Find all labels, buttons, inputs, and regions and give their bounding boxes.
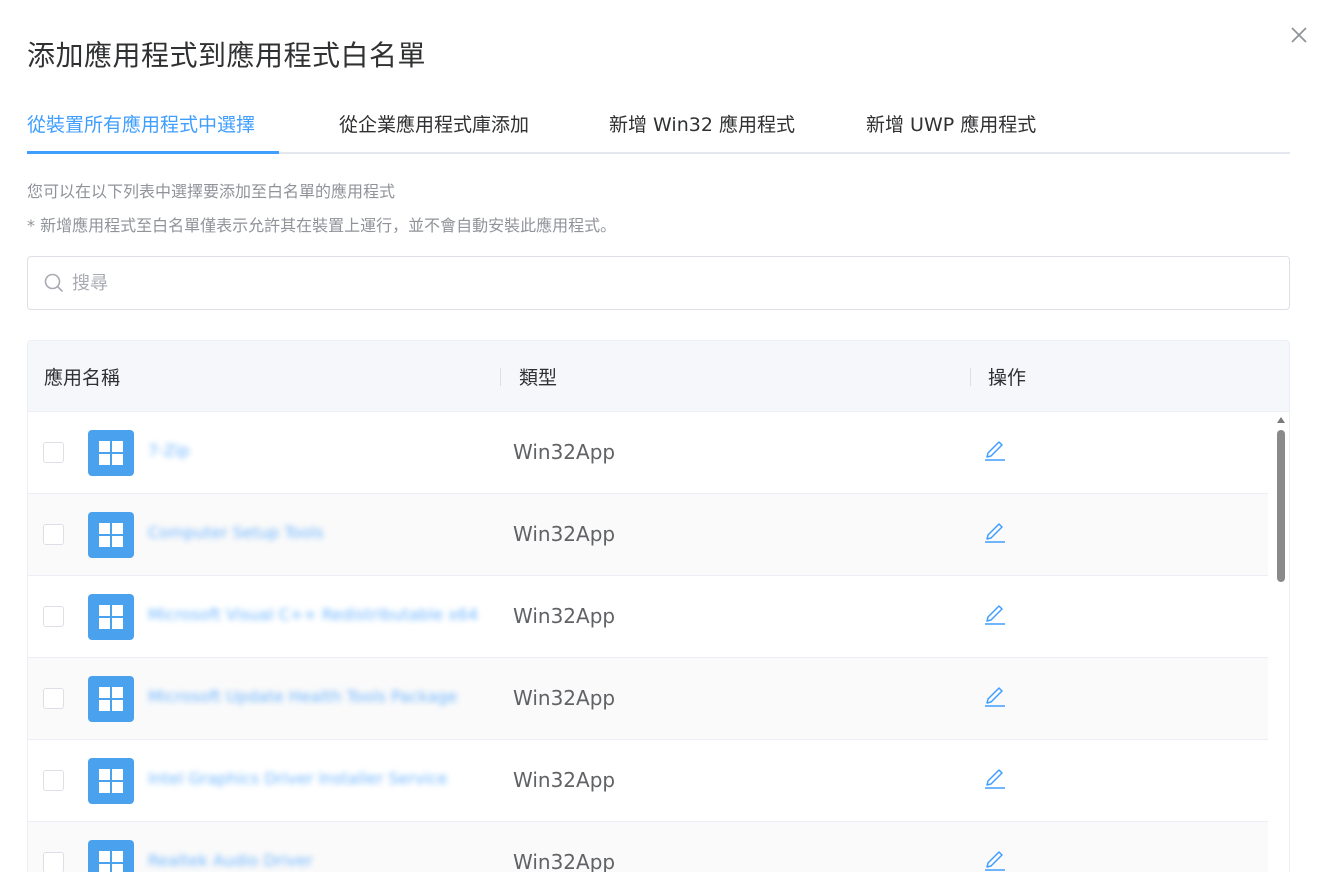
app-type: Win32App [513, 604, 616, 628]
search-input[interactable] [72, 265, 1272, 301]
table-row: Microsoft Visual C++ Redistributable x64… [28, 576, 1268, 658]
windows-app-icon [88, 430, 134, 476]
edit-icon[interactable] [983, 518, 1007, 544]
table-row: Computer Setup Tools Win32App [28, 494, 1268, 576]
table-row: Microsoft Update Health Tools Package Wi… [28, 658, 1268, 740]
table-row: Intel Graphics Driver Installer Service … [28, 740, 1268, 822]
column-header-type: 類型 [519, 367, 558, 389]
row-checkbox[interactable] [43, 442, 64, 463]
edit-icon[interactable] [983, 764, 1007, 790]
windows-logo-icon [99, 769, 123, 793]
app-name: Computer Setup Tools [148, 523, 324, 542]
windows-logo-icon [99, 687, 123, 711]
column-header-actions: 操作 [988, 367, 1027, 389]
app-name: Realtek Audio Driver [148, 851, 313, 870]
app-type: Win32App [513, 686, 616, 710]
app-type: Win32App [513, 850, 616, 872]
row-checkbox[interactable] [43, 524, 64, 545]
windows-app-icon [88, 676, 134, 722]
edit-icon[interactable] [983, 846, 1007, 872]
app-name: 7-Zip [148, 441, 190, 460]
windows-app-icon [88, 512, 134, 558]
tab-add-win32[interactable]: 新增 Win32 應用程式 [609, 110, 795, 152]
row-checkbox[interactable] [43, 770, 64, 791]
app-name: Intel Graphics Driver Installer Service [148, 769, 448, 788]
close-icon[interactable] [1288, 24, 1310, 46]
windows-logo-icon [99, 523, 123, 547]
scroll-up-arrow-icon[interactable] [1277, 417, 1285, 423]
search-icon [44, 273, 64, 293]
windows-logo-icon [99, 441, 123, 465]
windows-logo-icon [99, 605, 123, 629]
windows-app-icon [88, 840, 134, 872]
edit-icon[interactable] [983, 682, 1007, 708]
table-row: 7-Zip Win32App [28, 412, 1268, 494]
tab-add-uwp[interactable]: 新增 UWP 應用程式 [866, 110, 1036, 152]
search-box[interactable] [27, 256, 1290, 310]
app-type: Win32App [513, 522, 616, 546]
table-body: 7-Zip Win32App Computer Setup Tools Win3… [28, 412, 1268, 872]
hint-note: * 新增應用程式至白名單僅表示允許其在裝置上運行，並不會自動安裝此應用程式。 [27, 216, 617, 235]
app-name: Microsoft Update Health Tools Package [148, 687, 458, 706]
scroll-thumb[interactable] [1277, 430, 1285, 582]
app-name: Microsoft Visual C++ Redistributable x64 [148, 605, 479, 624]
tab-bar: 從裝置所有應用程式中選擇 從企業應用程式庫添加 新增 Win32 應用程式 新增… [27, 100, 1290, 154]
windows-app-icon [88, 758, 134, 804]
edit-icon[interactable] [983, 600, 1007, 626]
tab-select-from-device[interactable]: 從裝置所有應用程式中選擇 [27, 110, 255, 152]
table-row: Realtek Audio Driver Win32App [28, 822, 1268, 872]
column-divider [970, 368, 971, 386]
close-button[interactable] [1288, 24, 1310, 46]
row-checkbox[interactable] [43, 852, 64, 872]
column-divider [500, 368, 501, 386]
row-checkbox[interactable] [43, 606, 64, 627]
column-header-app-name: 應用名稱 [44, 367, 121, 389]
row-checkbox[interactable] [43, 688, 64, 709]
table-scrollbar[interactable] [1274, 412, 1288, 872]
app-type: Win32App [513, 768, 616, 792]
dialog-title: 添加應用程式到應用程式白名單 [27, 39, 427, 72]
app-table: 應用名稱 類型 操作 7-Zip Win32App Computer Setup… [27, 340, 1290, 872]
active-tab-indicator [27, 151, 279, 154]
windows-app-icon [88, 594, 134, 640]
tab-enterprise-library[interactable]: 從企業應用程式庫添加 [339, 110, 529, 152]
edit-icon[interactable] [983, 436, 1007, 462]
hint-text: 您可以在以下列表中選擇要添加至白名單的應用程式 [27, 182, 396, 201]
app-type: Win32App [513, 440, 616, 464]
table-header: 應用名稱 類型 操作 [28, 341, 1289, 412]
windows-logo-icon [99, 851, 123, 872]
